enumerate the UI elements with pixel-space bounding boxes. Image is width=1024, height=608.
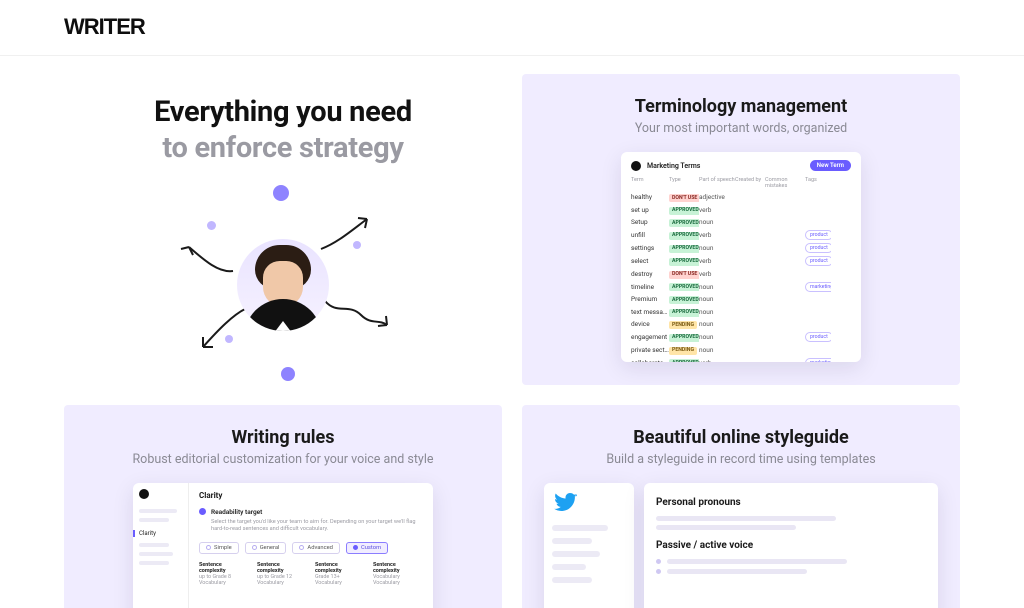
hero-illustration — [153, 185, 413, 385]
sidebar-item-placeholder[interactable] — [139, 552, 173, 556]
radio-dot-icon — [199, 508, 206, 515]
feature-subtitle: Build a styleguide in record time using … — [544, 452, 938, 467]
readability-hint: Select the target you'd like your team t… — [211, 519, 423, 534]
rules-main: Clarity Readability target Select the ta… — [189, 483, 433, 608]
terminology-mini-panel: Marketing Terms New Term Term Type Part … — [621, 152, 861, 362]
hero-avatar — [237, 239, 329, 331]
site-header: WRITER — [0, 0, 1024, 56]
arrow-icon — [175, 239, 235, 279]
hero-heading: Everything you need to enforce strategy — [76, 94, 490, 167]
term-row[interactable]: timelineAPPROVEDnounmarketing — [631, 280, 851, 293]
sidebar-nav-placeholder[interactable] — [552, 551, 600, 557]
term-row[interactable]: destroyDON'T USEverb — [631, 268, 851, 281]
readability-target-row: Readability target — [199, 508, 423, 516]
term-row[interactable]: SetupAPPROVEDnoun — [631, 216, 851, 229]
term-row[interactable]: PremiumAPPROVEDnoun — [631, 293, 851, 306]
rules-sidebar: Clarity — [133, 483, 189, 608]
term-row[interactable]: collaborateAPPROVEDverbmarketing — [631, 356, 851, 362]
styleguide-content: Personal pronouns Passive / active voice — [644, 483, 938, 608]
feature-card-terminology: Terminology management Your most importa… — [522, 74, 960, 385]
page-root: WRITER Everything you need to enforce st… — [0, 0, 1024, 608]
sidebar-item-placeholder[interactable] — [139, 518, 169, 522]
term-table-header: Term Type Part of speech Created by Comm… — [631, 177, 851, 189]
term-row[interactable]: private sectorPENDINGnoun — [631, 344, 851, 357]
feature-title: Beautiful online styleguide — [544, 427, 938, 448]
app-dot-logo — [139, 489, 149, 499]
feature-card-writing-rules: Writing rules Robust editorial customiza… — [64, 405, 502, 608]
hero: Everything you need to enforce strategy — [64, 74, 502, 385]
text-placeholder — [656, 525, 796, 530]
term-row[interactable]: text messageAPPROVEDnoun — [631, 306, 851, 319]
readability-metric: Sentence complexityVocabularyVocabulary — [373, 562, 423, 586]
readability-option[interactable]: Simple — [199, 542, 239, 554]
readability-option[interactable]: General — [245, 542, 287, 554]
term-row[interactable]: devicePENDINGnoun — [631, 318, 851, 331]
readability-metric: Sentence complexityup to Grade 12Vocabul… — [257, 562, 307, 586]
styleguide-section: Passive / active voice — [656, 540, 926, 574]
decoration-dot — [273, 185, 289, 201]
sidebar-item-clarity[interactable]: Clarity — [133, 530, 182, 537]
section-heading: Passive / active voice — [656, 540, 926, 551]
styleguide-section: Personal pronouns — [656, 497, 926, 530]
term-row[interactable]: selectAPPROVEDverbproduct — [631, 255, 851, 268]
sidebar-nav-placeholder[interactable] — [552, 577, 592, 583]
term-row[interactable]: settingsAPPROVEDnounproduct — [631, 242, 851, 255]
readability-options: Simple General Advanced Custom — [199, 542, 423, 554]
new-term-button[interactable]: New Term — [810, 160, 851, 171]
term-row[interactable]: set upAPPROVEDverb — [631, 204, 851, 217]
styleguide-brand-sidebar — [544, 483, 634, 608]
feature-subtitle: Robust editorial customization for your … — [86, 452, 480, 467]
sidebar-nav-placeholder[interactable] — [552, 538, 592, 544]
feature-title: Writing rules — [86, 427, 480, 448]
readability-target-label: Readability target — [211, 508, 262, 516]
feature-title: Terminology management — [544, 96, 938, 117]
content-grid: Everything you need to enforce strategy — [0, 56, 1024, 608]
sidebar-item-placeholder[interactable] — [139, 509, 177, 513]
section-heading: Personal pronouns — [656, 497, 926, 508]
term-row[interactable]: healthyDON'T USEadjective — [631, 191, 851, 204]
term-table-body: healthyDON'T USEadjectiveset upAPPROVEDv… — [631, 191, 851, 362]
sidebar-nav-placeholder[interactable] — [552, 525, 608, 531]
brand-logo[interactable]: WRITER — [64, 14, 960, 40]
term-row[interactable]: engagementAPPROVEDnounproduct — [631, 331, 851, 344]
term-row[interactable]: unfillAPPROVEDverbproduct — [631, 229, 851, 242]
feature-subtitle: Your most important words, organized — [544, 121, 938, 136]
twitter-icon — [552, 491, 580, 515]
readability-metric: Sentence complexityup to Grade 8Vocabula… — [199, 562, 249, 586]
sidebar-item-placeholder[interactable] — [139, 561, 169, 565]
readability-metric: Sentence complexityGrade 13+Vocabulary — [315, 562, 365, 586]
arrow-icon — [323, 295, 393, 335]
hero-line1: Everything you need — [154, 95, 412, 129]
readability-metrics: Sentence complexityup to Grade 8Vocabula… — [199, 562, 423, 586]
panel-title: Clarity — [199, 491, 423, 500]
panel-title: Marketing Terms — [647, 162, 700, 170]
readability-option[interactable]: Custom — [346, 542, 388, 554]
writing-rules-mini-panel: Clarity Clarity Readability target Selec… — [133, 483, 433, 608]
bullet-placeholder — [656, 569, 926, 574]
decoration-dot — [281, 367, 295, 381]
sidebar-nav-placeholder[interactable] — [552, 564, 586, 570]
styleguide-mini-panel: Personal pronouns Passive / active voice — [544, 483, 938, 608]
app-dot-logo — [631, 161, 641, 171]
readability-option[interactable]: Advanced — [292, 542, 340, 554]
decoration-dot — [207, 221, 216, 230]
sidebar-item-placeholder[interactable] — [139, 543, 169, 547]
text-placeholder — [656, 516, 836, 521]
hero-line2: to enforce strategy — [162, 131, 403, 165]
bullet-placeholder — [656, 559, 926, 564]
feature-card-styleguide: Beautiful online styleguide Build a styl… — [522, 405, 960, 608]
arrow-icon — [319, 215, 379, 255]
